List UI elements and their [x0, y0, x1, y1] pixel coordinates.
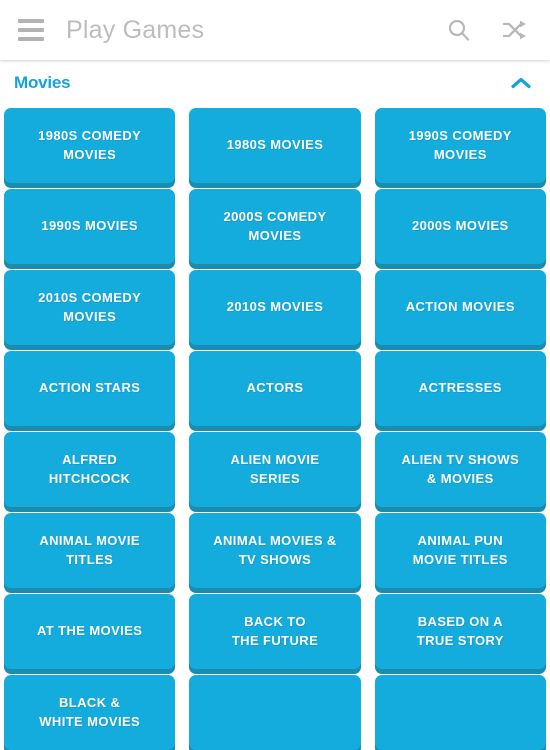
category-tile[interactable]: [189, 675, 361, 750]
category-tile[interactable]: ANIMAL MOVIES & TV SHOWS: [189, 513, 361, 588]
hamburger-menu-icon[interactable]: [18, 19, 44, 41]
category-tile-label: ANIMAL MOVIES & TV SHOWS: [213, 532, 337, 567]
category-tile-label: 1980s MOVIES: [226, 137, 324, 153]
category-tile-label: 2000s MOVIES: [412, 218, 509, 234]
category-tile[interactable]: ALFRED HITCHCOCK: [4, 432, 176, 507]
collapse-toggle[interactable]: [510, 76, 532, 90]
shuffle-random-icon: [502, 20, 526, 40]
chevron-up-icon: [511, 77, 531, 88]
category-tile-label: ACTION STARS: [38, 380, 141, 396]
search-button[interactable]: [444, 15, 474, 45]
header-actions: [444, 15, 536, 45]
category-tile[interactable]: ANIMAL MOVIE TITLES: [4, 513, 176, 588]
category-tile[interactable]: ALIEN MOVIE SERIES: [189, 432, 361, 507]
category-tile[interactable]: BASED ON A TRUE STORY: [374, 594, 546, 669]
category-tile[interactable]: 2000s COMEDY MOVIES: [189, 189, 361, 264]
category-tile[interactable]: ACTRESSES: [374, 351, 546, 426]
category-tile[interactable]: ALIEN TV SHOWS & MOVIES: [374, 432, 546, 507]
section-title: Movies: [14, 72, 71, 92]
category-tile[interactable]: AT THE MOVIES: [4, 594, 176, 669]
hamburger-bar: [18, 19, 44, 23]
category-tile-label: 2000s COMEDY MOVIES: [223, 208, 327, 243]
section-header-movies[interactable]: Movies: [0, 60, 550, 105]
category-tile-label: 1990s COMEDY MOVIES: [408, 127, 512, 162]
category-tile-label: ACTRESSES: [418, 380, 502, 396]
category-tile[interactable]: BLACK & WHITE MOVIES: [4, 675, 176, 750]
category-tile[interactable]: 2000s MOVIES: [374, 189, 546, 264]
category-tile[interactable]: ACTORS: [189, 351, 361, 426]
category-tile[interactable]: ANIMAL PUN MOVIE TITLES: [374, 513, 546, 588]
category-tile[interactable]: 1990s COMEDY MOVIES: [374, 108, 546, 183]
category-tile-label: 2010s COMEDY MOVIES: [38, 289, 142, 324]
category-tile[interactable]: [374, 675, 546, 750]
category-tile-label: ACTORS: [246, 380, 304, 396]
category-tile-label: BASED ON A TRUE STORY: [416, 613, 504, 648]
category-tile-label: ANIMAL PUN MOVIE TITLES: [412, 532, 508, 567]
category-tile[interactable]: 2010s COMEDY MOVIES: [4, 270, 176, 345]
category-tile-label: 1980s COMEDY MOVIES: [38, 127, 142, 162]
category-tile-label: AT THE MOVIES: [36, 623, 143, 639]
category-tile-label: ALIEN TV SHOWS & MOVIES: [401, 451, 520, 486]
category-tile[interactable]: 1980s COMEDY MOVIES: [4, 108, 176, 183]
category-tile-label: 2010s MOVIES: [226, 299, 324, 315]
category-tile-label: BACK TO THE FUTURE: [231, 613, 319, 648]
category-tile[interactable]: ACTION STARS: [4, 351, 176, 426]
hamburger-bar: [18, 37, 44, 41]
search-icon: [448, 19, 470, 41]
category-tile-label: ACTION MOVIES: [405, 299, 515, 315]
shuffle-button[interactable]: [500, 15, 530, 45]
category-tile[interactable]: 1980s MOVIES: [189, 108, 361, 183]
category-tile[interactable]: ACTION MOVIES: [374, 270, 546, 345]
category-tile-label: ALFRED HITCHCOCK: [48, 451, 131, 486]
category-tile[interactable]: 1990s MOVIES: [4, 189, 176, 264]
hamburger-bar: [18, 28, 44, 32]
category-tile-label: 1990s MOVIES: [41, 218, 138, 234]
category-tile[interactable]: 2010s MOVIES: [189, 270, 361, 345]
app-title: Play Games: [66, 15, 205, 44]
app-header: Play Games: [0, 0, 550, 60]
category-tile-label: ALIEN MOVIE SERIES: [230, 451, 320, 486]
category-tile-grid: 1980s COMEDY MOVIES 1980s MOVIES 1990s COM…: [0, 105, 550, 750]
category-tile[interactable]: BACK TO THE FUTURE: [189, 594, 361, 669]
category-tile-label: BLACK & WHITE MOVIES: [39, 694, 141, 729]
category-tile-label: ANIMAL MOVIE TITLES: [39, 532, 140, 567]
